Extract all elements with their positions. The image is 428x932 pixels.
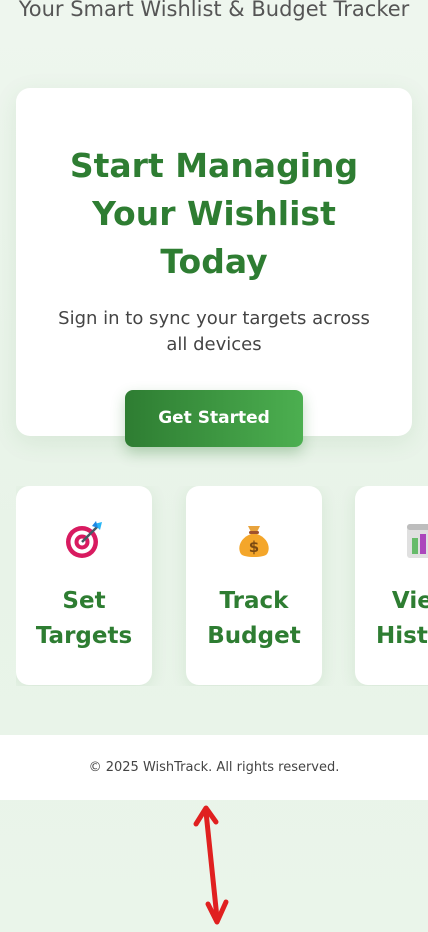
target-icon	[16, 520, 152, 560]
feature-label: Track Budget	[207, 588, 301, 649]
hero-title: Start Managing Your Wishlist Today	[69, 146, 359, 281]
money-bag-icon: $	[186, 520, 322, 560]
features-row[interactable]: Set Targets $ Track Budget Vie Hist	[16, 486, 428, 686]
app-tagline: Your Smart Wishlist & Budget Tracker	[18, 0, 410, 21]
page: Your Smart Wishlist & Budget Tracker Sta…	[0, 0, 428, 932]
feature-label: View History	[376, 588, 428, 649]
annotation-double-arrow-icon	[193, 805, 229, 925]
hero-subtitle: Sign in to sync your targets across all …	[58, 308, 370, 355]
footer: © 2025 WishTrack. All rights reserved.	[0, 735, 428, 800]
chart-icon	[355, 520, 428, 560]
feature-card-track-budget[interactable]: $ Track Budget	[186, 486, 322, 685]
feature-card-view-history[interactable]: View History	[355, 486, 428, 685]
copyright-text: © 2025 WishTrack. All rights reserved.	[88, 760, 340, 775]
feature-label: Set Targets	[35, 588, 133, 649]
feature-card-set-targets[interactable]: Set Targets	[16, 486, 152, 685]
get-started-button[interactable]: Get Started	[125, 390, 303, 447]
hero-card: Start Managing Your Wishlist Today Sign …	[16, 88, 412, 447]
svg-text:$: $	[249, 538, 259, 556]
